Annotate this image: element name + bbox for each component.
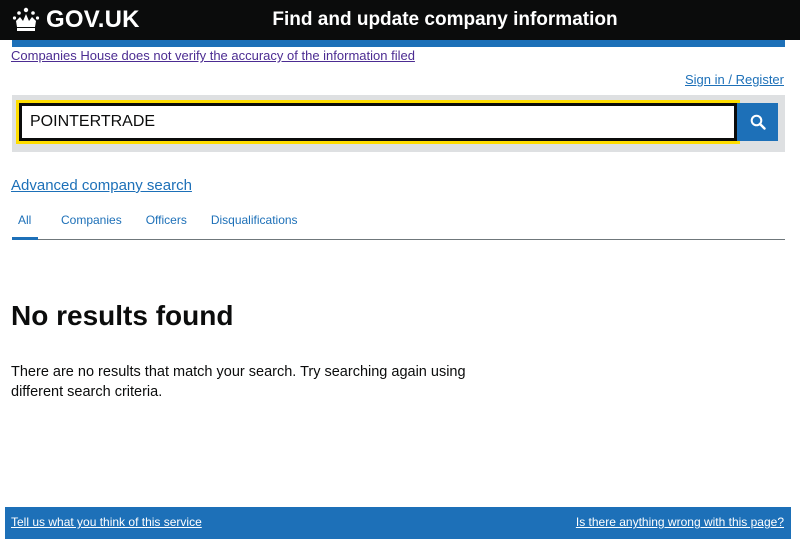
feedback-footer: Tell us what you think of this service I… — [5, 507, 791, 539]
search-icon — [750, 114, 766, 130]
disclaimer-link[interactable]: Companies House does not verify the accu… — [11, 48, 415, 63]
no-results-message: There are no results that match your sea… — [11, 364, 466, 400]
search-tabs: All Companies Officers Disqualifications — [12, 211, 785, 240]
advanced-search-link[interactable]: Advanced company search — [11, 177, 192, 194]
service-name[interactable]: Find and update company information — [0, 9, 800, 31]
feedback-link[interactable]: Tell us what you think of this service — [11, 515, 202, 529]
tab-disqualifications[interactable]: Disqualifications — [205, 211, 304, 240]
sign-in-register-link[interactable]: Sign in / Register — [685, 72, 784, 87]
tab-companies[interactable]: Companies — [55, 211, 128, 240]
page-title: No results found — [11, 300, 234, 331]
search-input[interactable] — [16, 100, 740, 144]
site-header: GOV.UK Find and update company informati… — [0, 0, 800, 40]
search-panel — [12, 95, 785, 152]
header-accent-bar — [12, 40, 785, 47]
tab-officers[interactable]: Officers — [140, 211, 193, 240]
report-problem-link[interactable]: Is there anything wrong with this page? — [576, 515, 784, 529]
tab-all[interactable]: All — [12, 211, 38, 240]
search-button[interactable] — [737, 103, 778, 141]
